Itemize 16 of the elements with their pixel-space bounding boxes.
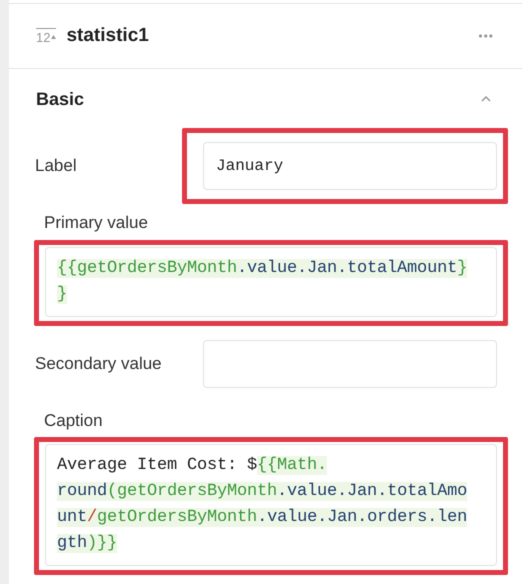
text-field[interactable]: January bbox=[203, 142, 497, 190]
field-label: Primary value bbox=[43, 212, 149, 234]
component-title: statistic1 bbox=[66, 24, 149, 48]
field-label: Label bbox=[35, 155, 78, 178]
section-title: Basic bbox=[36, 88, 84, 111]
code-line: unt/getOrdersByMonth.value.Jan.orders.len bbox=[57, 507, 468, 529]
chevron-up-icon[interactable] bbox=[480, 95, 492, 104]
code-line: Average Item Cost: ${{Math. bbox=[57, 455, 328, 477]
field-label: Secondary value bbox=[35, 352, 163, 375]
text-field[interactable] bbox=[203, 340, 497, 388]
code-line: round(getOrdersByMonth.value.Jan.totalAmo bbox=[57, 481, 468, 503]
code-line: gth)}} bbox=[57, 533, 118, 555]
code-editor[interactable]: {{getOrdersByMonth.value.Jan.totalAmount} } bbox=[45, 246, 497, 316]
field-label: Caption bbox=[43, 410, 104, 432]
code-line: {{getOrdersByMonth.value.Jan.totalAmount} bbox=[57, 258, 468, 280]
code-editor[interactable]: Average Item Cost: ${{Math. round(getOrdersByMonth.value.Jan.totalAmo unt/getOrdersByMonth.value.Jan.orders.len gth)}} bbox=[45, 444, 497, 566]
